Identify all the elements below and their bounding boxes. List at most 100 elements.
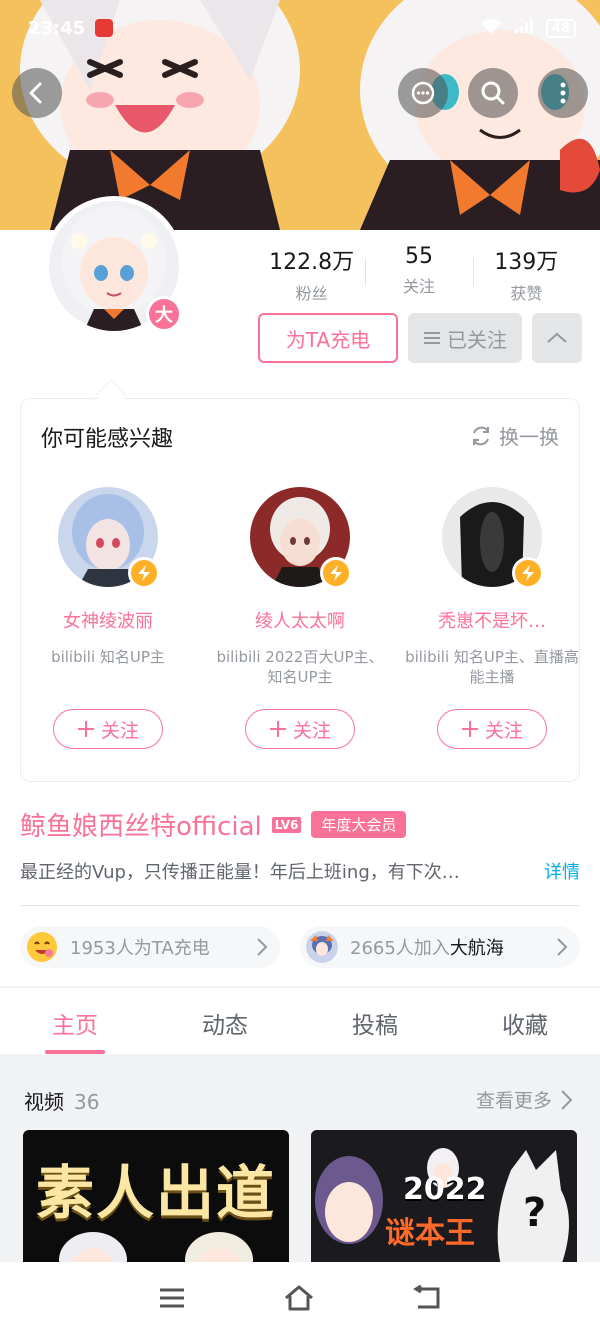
recommend-item[interactable]: 绫人太太啊 bilibili 2022百大UP主、知名UP主 关注	[210, 487, 390, 749]
notification-app-icon	[95, 19, 114, 37]
tab-favorites[interactable]: 收藏	[450, 988, 600, 1054]
recommend-name[interactable]: 女神绫波丽	[18, 607, 198, 633]
stat-value: 55	[404, 244, 433, 269]
level-badge: LV6	[271, 816, 302, 833]
signal-icon	[514, 18, 534, 39]
recommend-title: 你可能感兴趣	[41, 427, 174, 452]
follow-button[interactable]: 关注	[245, 709, 355, 749]
thumbnail-year: 2022	[403, 1172, 487, 1207]
tab-home[interactable]: 主页	[0, 988, 150, 1054]
collapse-recommend-button[interactable]	[532, 313, 582, 363]
status-time: 23:45	[28, 17, 86, 39]
fleet-count: 2665人加入	[350, 938, 450, 959]
recommend-avatar[interactable]	[442, 487, 544, 589]
chevron-right-icon	[560, 1089, 574, 1111]
followed-button[interactable]: 已关注	[408, 313, 522, 363]
recommend-name[interactable]: 绫人太太啊	[210, 607, 390, 633]
search-button[interactable]	[468, 68, 518, 118]
recommend-desc: bilibili 知名UP主	[51, 648, 165, 666]
charge-button[interactable]: 为TA充电	[258, 313, 398, 363]
view-more-label: 查看更多	[475, 1090, 552, 1112]
recommend-desc: bilibili 2022百大UP主、知名UP主	[216, 648, 384, 686]
recommend-avatar[interactable]	[250, 487, 352, 589]
profile-actions: 为TA充电 已关注	[258, 313, 582, 363]
fleet-avatar-icon	[306, 931, 338, 963]
stat-following[interactable]: 55 关注	[365, 244, 472, 304]
back-button[interactable]	[12, 68, 62, 118]
videos-section-title: 视频 36	[24, 1086, 99, 1115]
detail-link[interactable]: 详情	[544, 858, 580, 884]
back-icon[interactable]	[412, 1284, 442, 1311]
refresh-icon	[469, 424, 493, 448]
plus-icon	[77, 720, 95, 738]
menu-lines-icon	[423, 330, 441, 346]
recommend-avatar[interactable]	[58, 487, 160, 589]
stat-fans[interactable]: 122.8万 粉丝	[258, 244, 365, 304]
verified-bolt-icon	[128, 557, 160, 589]
tab-dynamic[interactable]: 动态	[150, 988, 300, 1054]
stat-label: 粉丝	[295, 284, 328, 303]
videos-title: 视频	[24, 1090, 64, 1114]
recommend-item[interactable]: 女神绫波丽 bilibili 知名UP主 关注	[18, 487, 198, 749]
view-more-button[interactable]: 查看更多	[476, 1086, 574, 1113]
verified-bolt-icon	[320, 557, 352, 589]
bio-row: 最正经的Vup，只传播正能量！年后上班ing，有下次… 详情	[20, 858, 580, 884]
menu-icon[interactable]	[158, 1286, 186, 1310]
tab-uploads[interactable]: 投稿	[300, 988, 450, 1054]
chevron-right-icon	[256, 937, 268, 957]
status-bar: 23:45 48	[0, 0, 600, 56]
user-bio: 最正经的Vup，只传播正能量！年后上班ing，有下次…	[20, 862, 460, 883]
annual-vip-tag[interactable]: 年度大会员	[311, 811, 407, 838]
username: 鲸鱼娘西丝特official	[20, 812, 262, 842]
system-navigation-bar	[0, 1262, 600, 1333]
profile-tabs: 主页 动态 投稿 收藏	[0, 988, 600, 1054]
plus-icon	[461, 720, 479, 738]
stat-likes[interactable]: 139万 获赞	[472, 244, 580, 304]
recommend-item[interactable]: 秃崽不是坏… bilibili 知名UP主、直播高能主播 关注	[402, 487, 582, 749]
videos-count: 36	[74, 1090, 100, 1114]
recommend-name[interactable]: 秃崽不是坏…	[402, 607, 582, 633]
stat-value: 122.8万	[269, 250, 355, 275]
wifi-icon	[480, 18, 502, 39]
refresh-button[interactable]: 换一换	[469, 421, 559, 450]
charge-count: 1953人为TA充电	[70, 938, 210, 959]
follow-button[interactable]: 关注	[53, 709, 163, 749]
thumbnail-art	[59, 1232, 253, 1266]
home-icon[interactable]	[283, 1285, 315, 1311]
plus-icon	[269, 720, 287, 738]
smiley-face-icon	[26, 931, 58, 963]
divider	[20, 905, 580, 906]
follow-label: 关注	[292, 719, 331, 742]
refresh-label: 换一换	[499, 425, 559, 449]
video-thumbnail[interactable]: 2022 谜本王 ?	[311, 1130, 577, 1266]
stat-value: 139万	[494, 250, 559, 275]
verified-bolt-icon	[512, 557, 544, 589]
recommend-card: 你可能感兴趣 换一换 女神绫波丽 bilibili 知名UP主 关注 绫人太太啊…	[20, 398, 580, 782]
chat-bubble-icon	[409, 79, 437, 107]
video-thumbnail[interactable]: 素人出道	[23, 1130, 289, 1266]
fleet-label: 大航海	[449, 938, 504, 959]
more-vertical-icon	[549, 79, 577, 107]
recommend-desc: bilibili 知名UP主、直播高能主播	[405, 648, 579, 686]
chevron-right-icon	[556, 937, 568, 957]
charge-pill[interactable]: 1953人为TA充电	[20, 926, 280, 968]
battery-indicator: 48	[545, 18, 576, 38]
more-button[interactable]	[538, 68, 588, 118]
thumbnail-question: ?	[523, 1190, 547, 1236]
profile-banner: 23:45 48	[0, 0, 600, 230]
message-button[interactable]	[398, 68, 448, 118]
username-row: 鲸鱼娘西丝特official LV6 年度大会员	[20, 806, 407, 843]
search-icon	[479, 79, 507, 107]
fleet-pill[interactable]: 2665人加入 大航海	[300, 926, 580, 968]
follow-label: 关注	[100, 719, 139, 742]
back-arrow-icon	[23, 79, 51, 107]
stat-label: 关注	[402, 277, 435, 296]
stats-row: 122.8万 粉丝 55 关注 139万 获赞	[258, 244, 580, 304]
follow-label: 关注	[484, 719, 523, 742]
vip-badge: 大	[146, 296, 182, 332]
followed-label: 已关注	[447, 327, 507, 352]
chevron-up-icon	[546, 331, 568, 345]
thumbnail-subtitle: 谜本王	[385, 1208, 475, 1252]
follow-button[interactable]: 关注	[437, 709, 547, 749]
stat-label: 获赞	[510, 284, 543, 303]
